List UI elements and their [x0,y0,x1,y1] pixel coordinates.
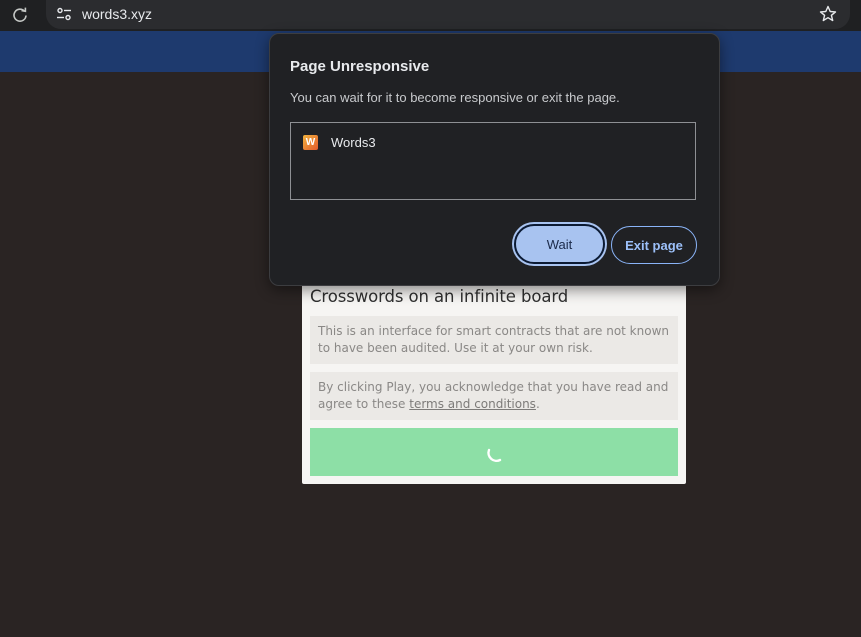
audit-warning: This is an interface for smart contracts… [310,316,678,364]
loading-spinner-icon [486,444,506,464]
wait-button[interactable]: Wait [514,224,605,264]
address-bar[interactable]: words3.xyz [46,0,850,29]
page-label: Words3 [331,135,376,150]
intro-card: Crosswords on an infinite board This is … [302,280,686,484]
url-text[interactable]: words3.xyz [82,6,152,22]
dialog-message: You can wait for it to become responsive… [290,90,620,105]
page-unresponsive-dialog: Page Unresponsive You can wait for it to… [269,33,720,286]
terms-notice-end: . [535,397,540,411]
words3-favicon-icon: W [303,135,318,150]
terms-link[interactable]: terms and conditions [409,397,536,411]
browser-toolbar: words3.xyz [0,0,861,31]
play-button[interactable] [310,428,678,476]
reload-icon[interactable] [11,6,29,24]
terms-notice: By clicking Play, you acknowledge that y… [310,372,678,420]
site-info-icon[interactable] [55,5,73,23]
unresponsive-pages-list: W Words3 [290,122,696,200]
dialog-title: Page Unresponsive [290,58,430,75]
page-title: Crosswords on an infinite board [310,287,569,306]
exit-page-button[interactable]: Exit page [611,226,697,264]
bookmark-star-icon[interactable] [818,4,838,24]
